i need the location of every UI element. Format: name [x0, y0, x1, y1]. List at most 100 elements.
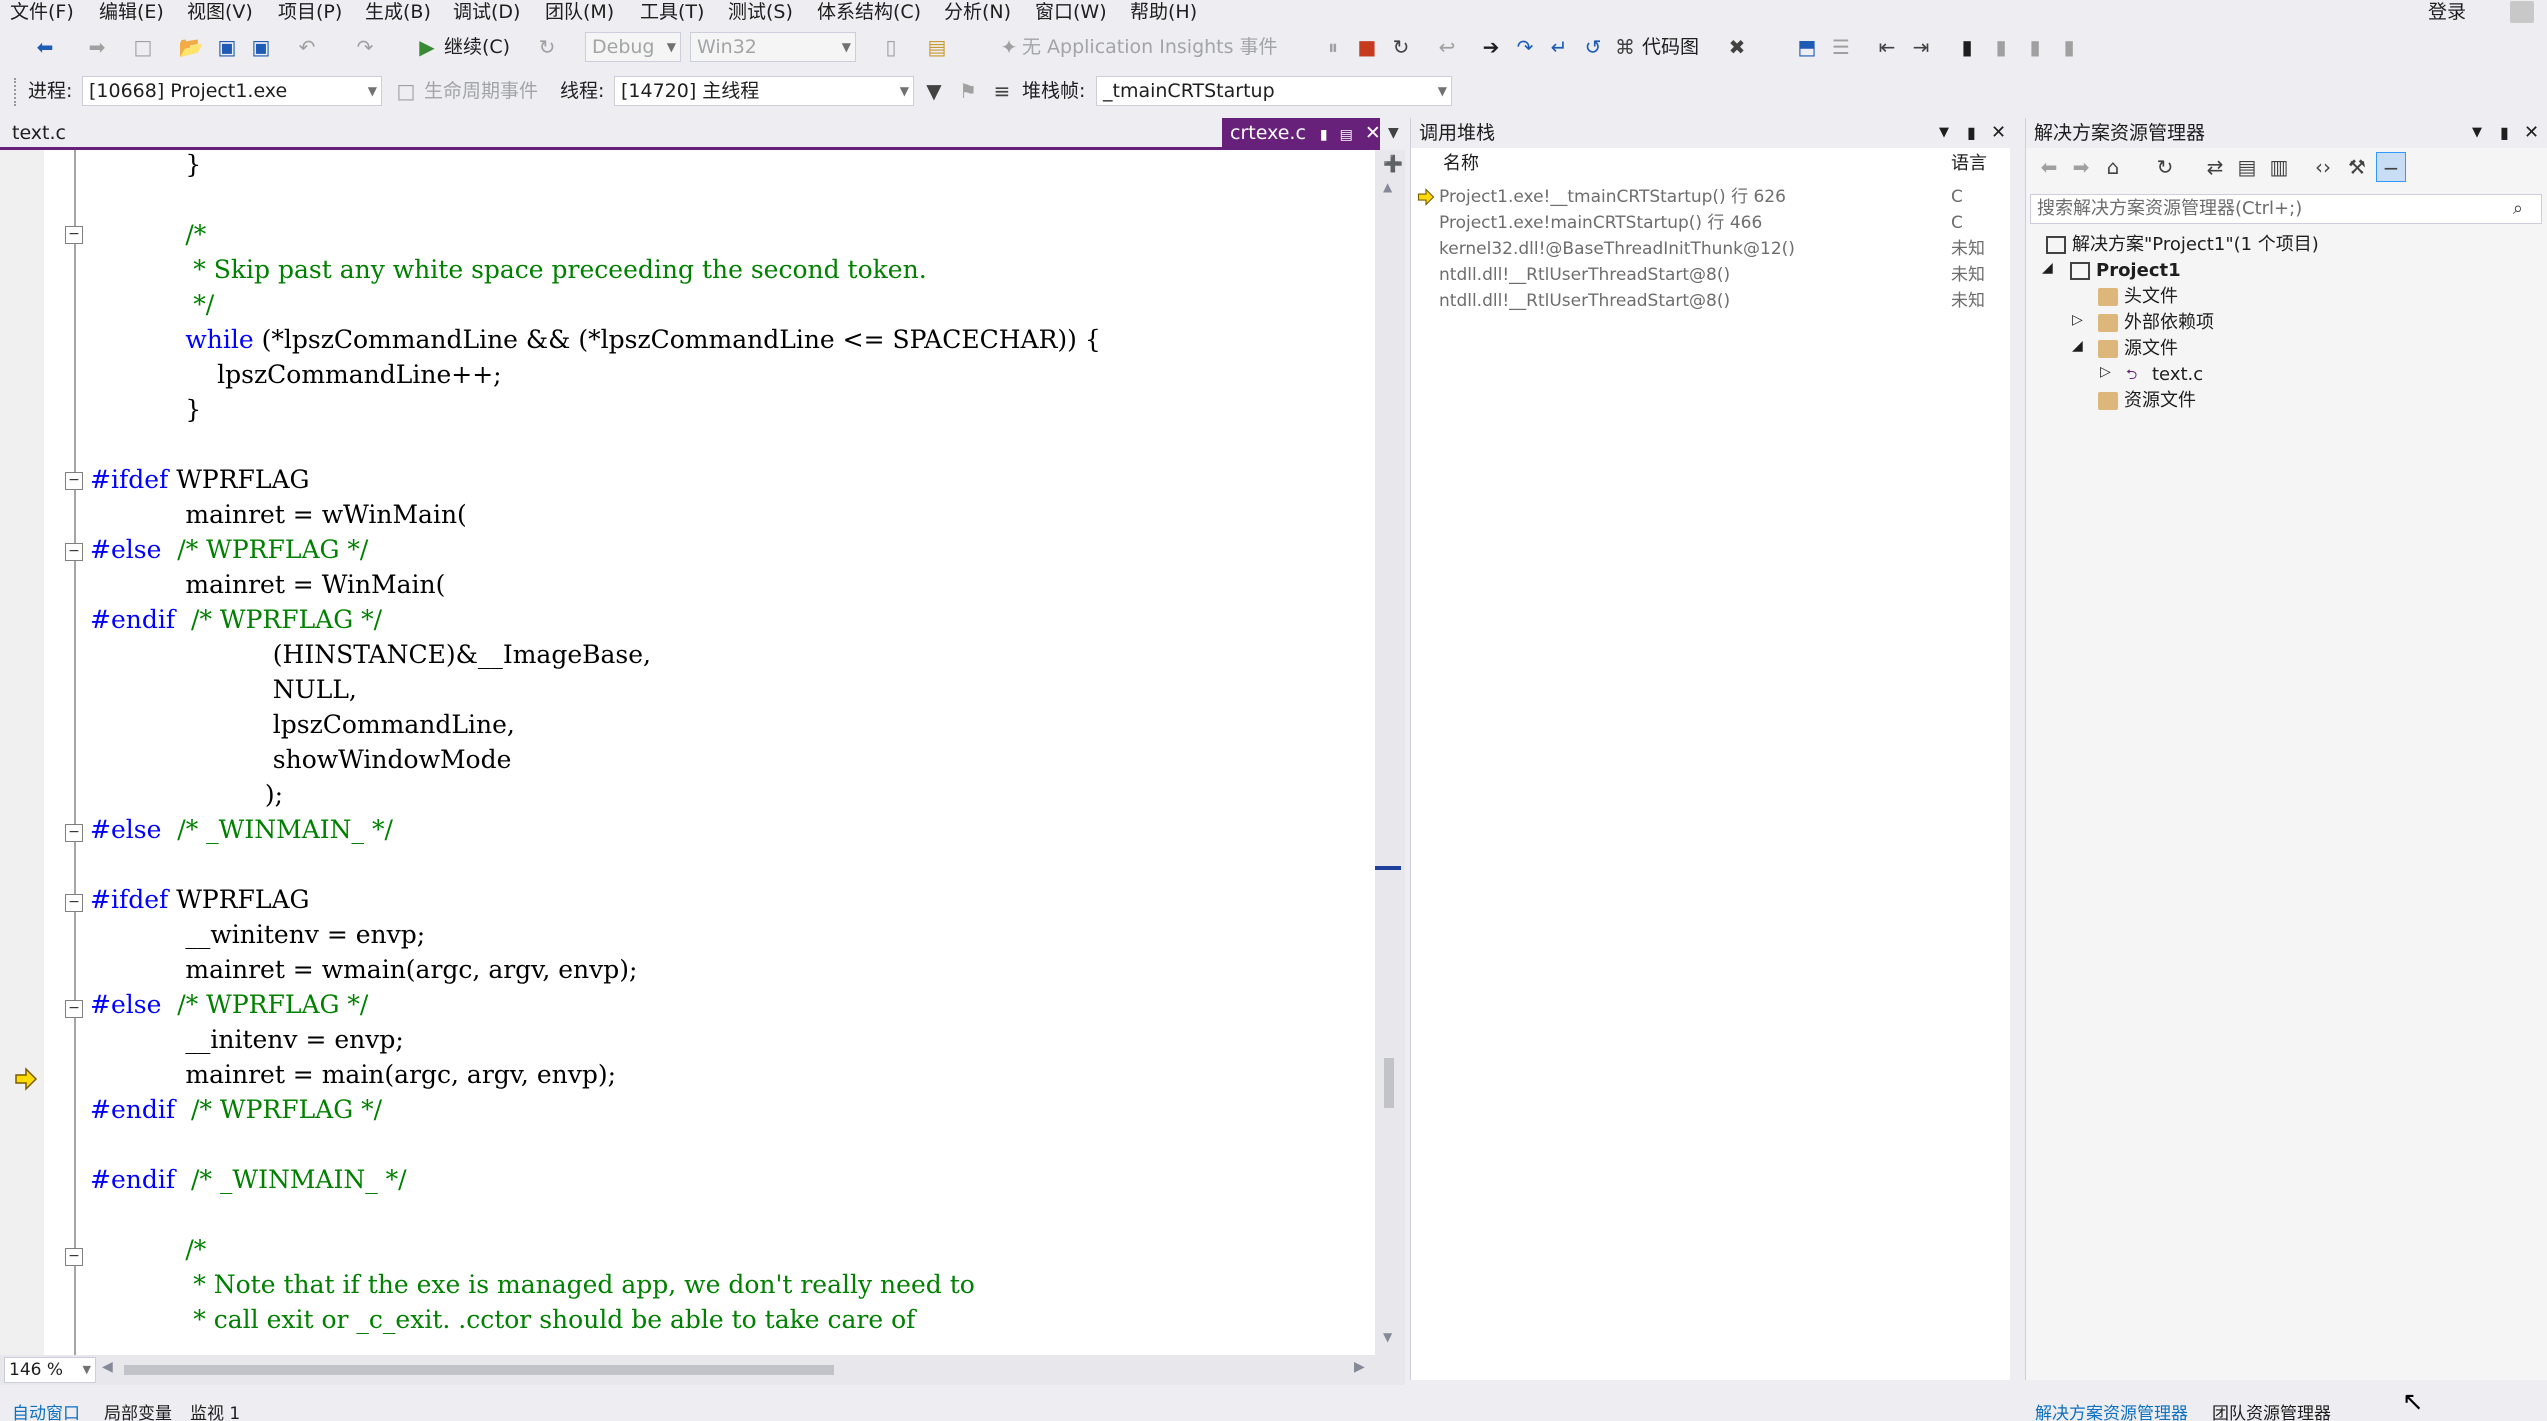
menu-window[interactable]: 窗口(W)	[1035, 0, 1107, 24]
menu-project[interactable]: 项目(P)	[278, 0, 342, 24]
tab-crtexe-c[interactable]: crtexe.c ▮ ▤ ✕	[1222, 118, 1381, 148]
outdent-icon[interactable]: ⇤	[1872, 32, 1902, 62]
call-stack-row[interactable]: Project1.exe!__tmainCRTStartup() 行 626	[1439, 184, 1786, 210]
call-stack-row[interactable]: ntdll.dll!__RtlUserThreadStart@8()	[1439, 262, 1730, 288]
panel-menu-icon[interactable]: ▼	[2472, 118, 2482, 148]
tab-locals[interactable]: 局部变量	[104, 1405, 172, 1421]
indicator-margin[interactable]	[0, 150, 44, 1355]
tab-text-c[interactable]: text.c	[4, 118, 74, 148]
fold-collapse-icon[interactable]: −	[65, 894, 83, 912]
collapsed-arrow-icon[interactable]: ▷	[2072, 312, 2083, 328]
editor-horizontal-scrollbar[interactable]: ◀ ▶	[0, 1355, 1405, 1385]
fold-collapse-icon[interactable]: −	[65, 226, 83, 244]
tree-header-files[interactable]: 头文件	[2098, 284, 2178, 310]
tab-overflow-icon[interactable]: ▼	[1380, 118, 1407, 148]
collapsed-arrow-icon[interactable]: ▷	[2100, 364, 2111, 380]
restart-icon[interactable]: ↻	[532, 32, 562, 62]
tree-project[interactable]: Project1	[2070, 258, 2181, 284]
properties-wrench-icon[interactable]: ⚒	[2344, 152, 2370, 182]
browse-icon[interactable]: ▤	[922, 32, 952, 62]
pin-icon[interactable]: ▮	[1967, 118, 1976, 148]
stackframe-dropdown[interactable]: _tmainCRTStartup ▼	[1096, 76, 1452, 106]
pause-icon[interactable]: ⏸	[1318, 32, 1348, 62]
view-code-icon[interactable]: ‹›	[2310, 152, 2336, 182]
filter-icon[interactable]: ▼	[922, 76, 946, 106]
step-into-arrow-icon[interactable]: ➔	[1476, 32, 1506, 62]
lifecycle-icon[interactable]: □	[394, 76, 418, 106]
clear-bookmarks-icon[interactable]: ▮	[2054, 32, 2084, 62]
restart-debug-icon[interactable]: ↻	[1386, 32, 1416, 62]
close-icon[interactable]: ✕	[2524, 118, 2539, 148]
fold-collapse-icon[interactable]: −	[65, 1248, 83, 1266]
menu-build[interactable]: 生成(B)	[365, 0, 431, 24]
forward-icon[interactable]: ➡	[2068, 152, 2094, 182]
show-all-files-icon[interactable]: ▥	[2266, 152, 2292, 182]
close-icon[interactable]: ✕	[1991, 118, 2006, 148]
insights-label[interactable]: 无 Application Insights 事件	[1022, 32, 1278, 62]
zoom-dropdown[interactable]: 146 % ▼	[4, 1357, 96, 1383]
menu-team[interactable]: 团队(M)	[545, 0, 614, 24]
tree-solution[interactable]: 解决方案"Project1"(1 个项目)	[2046, 232, 2319, 258]
menu-debug[interactable]: 调试(D)	[453, 0, 520, 24]
menu-view[interactable]: 视图(V)	[187, 0, 253, 24]
bookmark-icon[interactable]: ▮	[1952, 32, 1982, 62]
column-header-name[interactable]: 名称	[1443, 150, 1479, 178]
config-dropdown[interactable]: Debug ▼	[585, 32, 681, 62]
hot-reload-icon[interactable]: ↺	[1578, 32, 1608, 62]
pin-icon[interactable]: ▮	[2500, 118, 2509, 148]
back-icon[interactable]: ⬅	[30, 32, 60, 62]
tree-resource-files[interactable]: 资源文件	[2098, 388, 2196, 414]
expanded-arrow-icon[interactable]: ◢	[2042, 260, 2053, 276]
continue-play-icon[interactable]: ▶	[412, 32, 442, 62]
scroll-down-icon[interactable]: ▼	[1383, 1330, 1392, 1344]
pin-icon[interactable]: ▮	[1320, 127, 1328, 143]
undo-icon[interactable]: ↶	[292, 32, 322, 62]
menu-help[interactable]: 帮助(H)	[1130, 0, 1197, 24]
save-all-icon[interactable]: ▣	[246, 32, 276, 62]
call-stack-row[interactable]: ntdll.dll!__RtlUserThreadStart@8()	[1439, 288, 1730, 314]
solution-search-input[interactable]: 搜索解决方案资源管理器(Ctrl+;) ⌕	[2030, 194, 2542, 224]
user-avatar-icon[interactable]	[2510, 1, 2534, 23]
preview-icon[interactable]: ▤	[1340, 127, 1353, 143]
stop-icon[interactable]: ■	[1352, 32, 1382, 62]
fold-collapse-icon[interactable]: −	[65, 824, 83, 842]
toolbar-grip[interactable]	[14, 78, 18, 106]
menu-file[interactable]: 文件(F)	[10, 0, 74, 24]
scroll-left-icon[interactable]: ◀	[102, 1359, 113, 1375]
diagnostics-icon[interactable]: ✖	[1722, 32, 1752, 62]
step-over-icon[interactable]: ↷	[1510, 32, 1540, 62]
home-icon[interactable]: ⌂	[2100, 152, 2126, 182]
show-next-statement-icon[interactable]: ↩	[1432, 32, 1462, 62]
tree-external-deps[interactable]: 外部依赖项	[2098, 310, 2214, 336]
thread-dropdown[interactable]: [14720] 主线程 ▼	[614, 76, 914, 106]
insights-icon[interactable]: ✦	[994, 32, 1024, 62]
expanded-arrow-icon[interactable]: ◢	[2072, 338, 2083, 354]
call-stack-row[interactable]: Project1.exe!mainCRTStartup() 行 466	[1439, 210, 1762, 236]
code-editor[interactable]: − − − − − − − } /* * Skip past any white…	[0, 150, 1380, 1355]
forward-icon[interactable]: ➡	[82, 32, 112, 62]
next-bookmark-icon[interactable]: ▮	[2020, 32, 2050, 62]
back-icon[interactable]: ⬅	[2036, 152, 2062, 182]
save-icon[interactable]: ▣	[212, 32, 242, 62]
editor-vertical-scrollbar[interactable]: ➕ ▲ ▼	[1375, 150, 1405, 1355]
redo-icon[interactable]: ↷	[350, 32, 380, 62]
continue-button[interactable]: 继续(C)	[444, 32, 510, 62]
collapse-all-icon[interactable]: ▤	[2234, 152, 2260, 182]
login-link[interactable]: 登录	[2428, 0, 2466, 24]
step-out-icon[interactable]: ↵	[1544, 32, 1574, 62]
flag-icon[interactable]: ⚑	[956, 76, 980, 106]
column-header-language[interactable]: 语言	[1951, 150, 1987, 178]
platform-dropdown[interactable]: Win32 ▼	[690, 32, 856, 62]
hscroll-thumb[interactable]	[124, 1365, 834, 1375]
codemap-icon[interactable]: ⌘	[1610, 32, 1640, 62]
menu-edit[interactable]: 编辑(E)	[99, 0, 164, 24]
format-icon[interactable]: ⬒	[1792, 32, 1822, 62]
tree-source-files[interactable]: 源文件	[2098, 336, 2178, 362]
process-dropdown[interactable]: [10668] Project1.exe ▼	[82, 76, 382, 106]
fold-collapse-icon[interactable]: −	[65, 472, 83, 490]
split-icon[interactable]: ➕	[1383, 154, 1403, 173]
call-stack-row[interactable]: kernel32.dll!@BaseThreadInitThunk@12()	[1439, 236, 1795, 262]
sync-icon[interactable]: ⇄	[2202, 152, 2228, 182]
tab-watch-1[interactable]: 监视 1	[190, 1405, 240, 1421]
new-item-icon[interactable]: □	[128, 32, 158, 62]
